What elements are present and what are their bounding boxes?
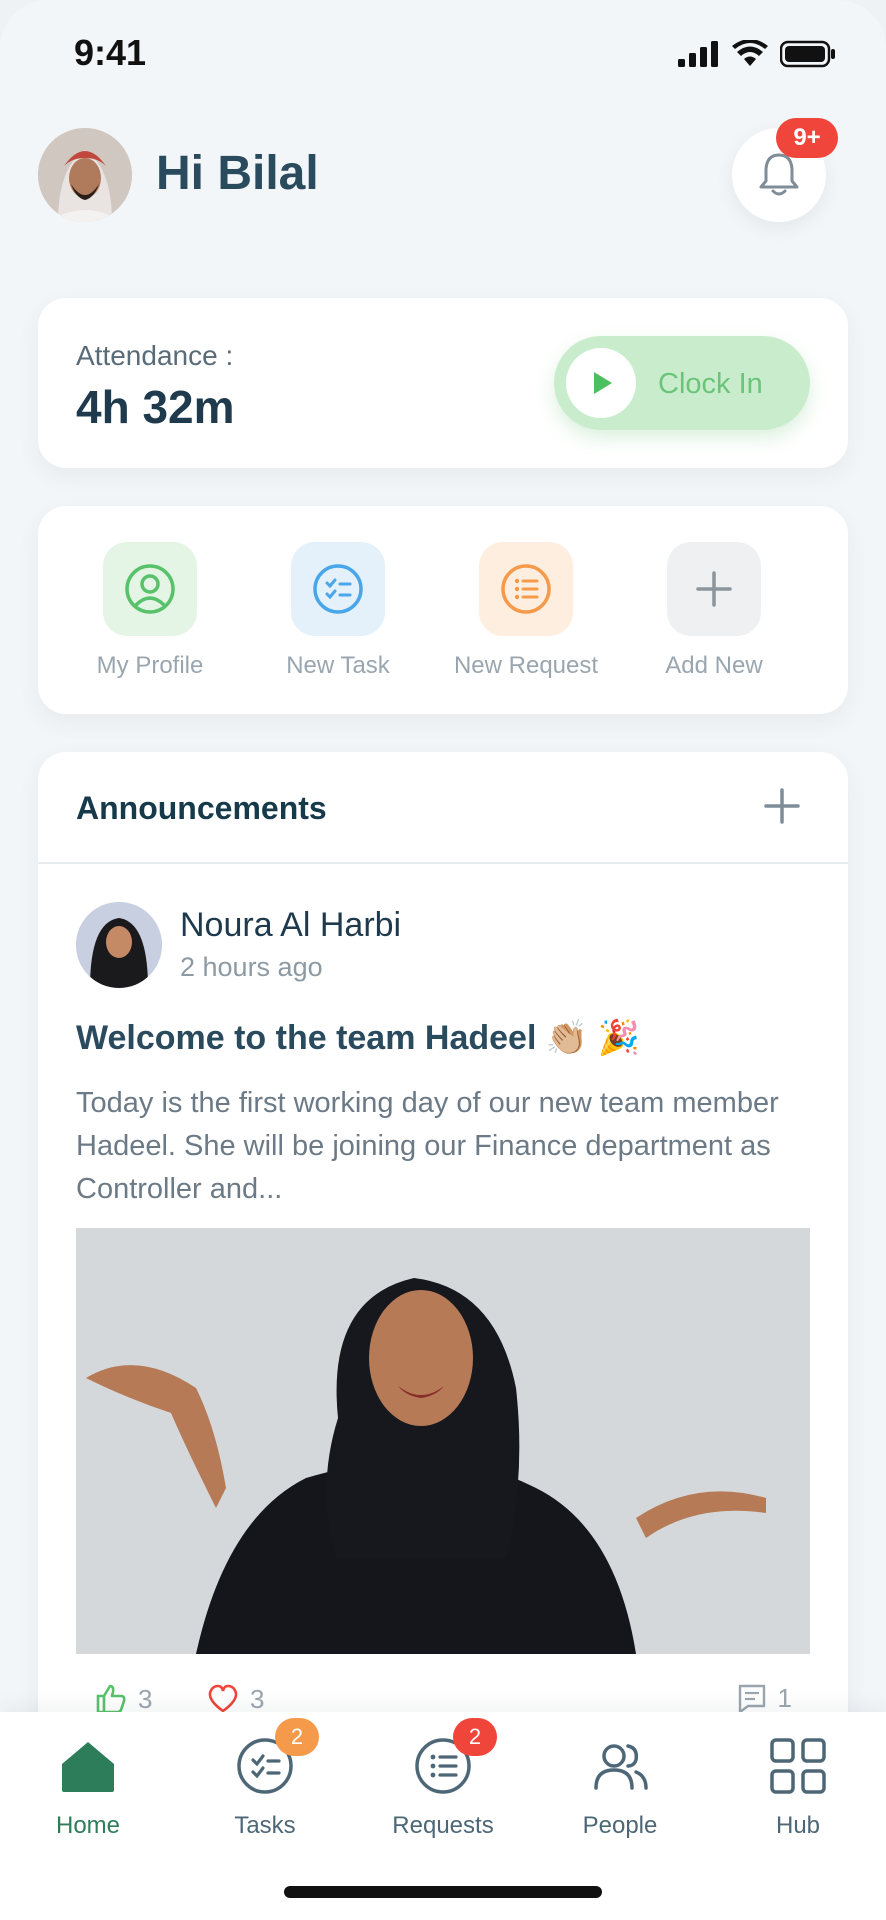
app-screen: 9:41 Hi Bilal 9+ Attendance: 4h 32m Clo… xyxy=(0,0,886,1920)
status-time: 9:41 xyxy=(74,32,147,73)
notifications-button[interactable]: 9+ xyxy=(732,118,838,222)
quick-action-new-request[interactable]: New Request xyxy=(436,542,616,680)
clock-in-play-circle xyxy=(566,348,636,418)
nav-requests[interactable]: 2 Requests xyxy=(373,1718,513,1840)
like-count: 3 xyxy=(138,1683,153,1714)
clock-in-label: Clock In xyxy=(658,368,763,400)
nav-label: Hub xyxy=(775,1812,821,1839)
quick-action-add-new[interactable]: Add New xyxy=(624,542,804,680)
home-icon xyxy=(56,1734,120,1798)
announcements-header: Announcements xyxy=(38,752,848,864)
heart-icon xyxy=(208,1684,238,1713)
profile-icon xyxy=(125,564,175,614)
request-list-icon xyxy=(501,564,551,614)
nav-hub[interactable]: Hub xyxy=(728,1734,868,1840)
quick-action-my-profile[interactable]: My Profile xyxy=(60,542,240,680)
status-icons xyxy=(678,40,836,68)
grid-icon xyxy=(766,1734,830,1798)
battery-icon xyxy=(780,40,835,68)
heart-stat[interactable]: 3 xyxy=(206,1682,264,1716)
post-timestamp: 2 hours ago xyxy=(180,952,323,982)
play-icon xyxy=(594,372,612,394)
post-photo-woman xyxy=(76,1228,810,1654)
home-indicator[interactable] xyxy=(284,1886,602,1898)
quick-action-label: New Task xyxy=(286,652,390,679)
my-profile-tile xyxy=(103,542,197,636)
nav-tasks[interactable]: 2 Tasks xyxy=(195,1718,335,1840)
quick-action-label: My Profile xyxy=(96,652,204,679)
requests-icon: 2 xyxy=(411,1718,497,1798)
cellular-signal-icon xyxy=(678,41,718,67)
announcements-card: Announcements Noura Al Harbi 2 hours ago… xyxy=(38,752,848,1752)
heart-count: 3 xyxy=(250,1683,265,1714)
user-avatar[interactable] xyxy=(38,128,132,222)
user-avatar-image xyxy=(38,128,132,222)
comment-count: 1 xyxy=(777,1682,792,1713)
nav-label: People xyxy=(582,1812,658,1839)
greeting-text: Hi Bilal xyxy=(156,147,319,200)
tasks-icon: 2 xyxy=(233,1718,319,1798)
wifi-icon xyxy=(732,40,768,66)
nav-people[interactable]: People xyxy=(550,1734,690,1840)
people-icon xyxy=(588,1734,652,1798)
clock-in-button[interactable]: Clock In xyxy=(554,336,810,430)
post-body: Today is the first working day of our ne… xyxy=(76,1087,779,1205)
tasks-badge: 2 xyxy=(275,1718,319,1756)
quick-actions-card: My Profile New Task New Request Add New xyxy=(38,506,848,714)
post-title[interactable]: Welcome to the team Hadeel 👏🏼 🎉 xyxy=(76,1018,640,1058)
post-image[interactable] xyxy=(76,1228,810,1654)
post-author-avatar-image xyxy=(76,902,162,988)
quick-action-new-task[interactable]: New Task xyxy=(248,542,428,680)
attendance-card: Attendance : 4h 32m Clock In xyxy=(38,298,848,468)
nav-label: Home xyxy=(55,1812,121,1839)
nav-label: Requests xyxy=(392,1812,494,1839)
announcements-title: Announcements xyxy=(76,790,327,826)
attendance-value: 4h 32m xyxy=(76,381,235,433)
comment-stat[interactable]: 1 xyxy=(736,1682,792,1714)
nav-home[interactable]: Home xyxy=(18,1734,158,1840)
add-announcement-icon[interactable] xyxy=(760,784,804,828)
post-author-name[interactable]: Noura Al Harbi xyxy=(180,906,401,945)
nav-label: Tasks xyxy=(234,1812,296,1839)
post-author-avatar[interactable] xyxy=(76,902,162,988)
add-new-tile xyxy=(667,542,761,636)
like-stat[interactable]: 3 xyxy=(94,1682,152,1716)
new-request-tile xyxy=(479,542,573,636)
comment-icon xyxy=(738,1684,765,1714)
quick-action-label: New Request xyxy=(453,652,599,679)
requests-badge: 2 xyxy=(453,1718,497,1756)
task-list-icon xyxy=(313,564,363,614)
notification-badge: 9+ xyxy=(776,118,838,158)
plus-icon xyxy=(696,571,732,607)
status-bar: 9:41 xyxy=(0,0,886,104)
new-task-tile xyxy=(291,542,385,636)
header: Hi Bilal 9+ xyxy=(38,118,848,224)
bottom-navigation: Home 2 Tasks 2 Requests People Hub xyxy=(0,1712,886,1920)
attendance-label: Attendance : xyxy=(76,340,234,371)
thumbs-up-icon xyxy=(96,1684,126,1714)
quick-action-label: Add New xyxy=(665,652,763,679)
